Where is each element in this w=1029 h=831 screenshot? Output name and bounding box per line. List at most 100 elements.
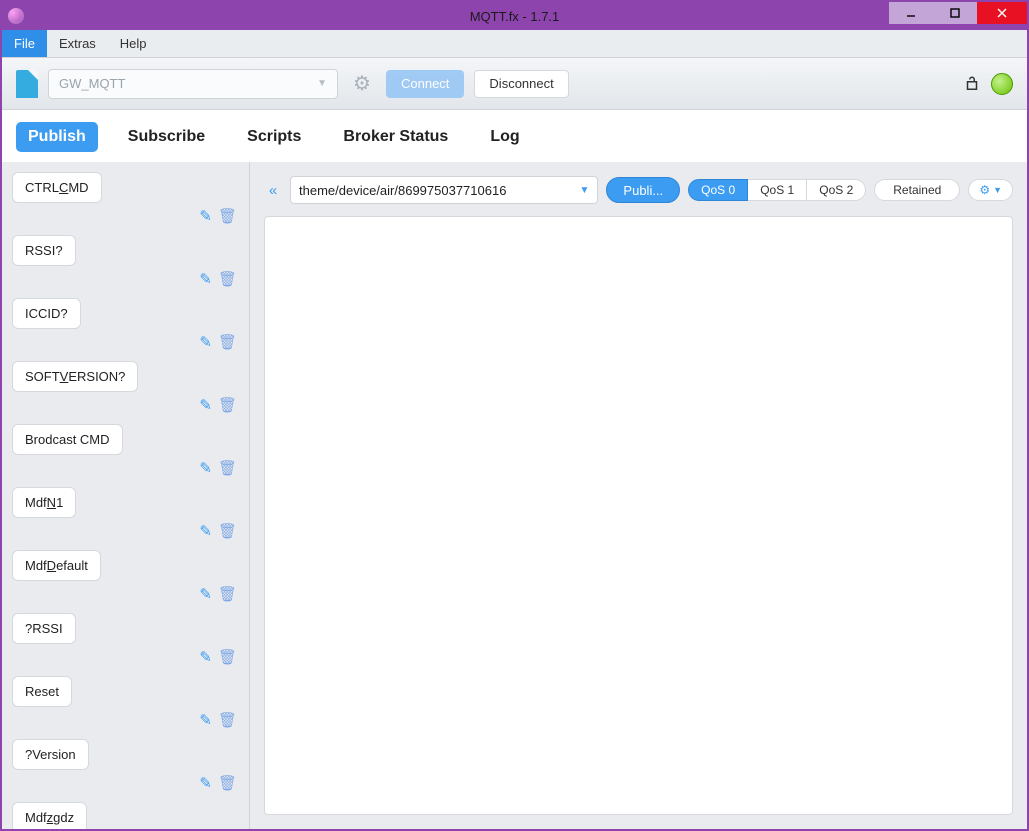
command-label-post: efault	[56, 558, 88, 573]
command-button[interactable]: Mdfzgdz	[12, 802, 87, 829]
disconnect-button[interactable]: Disconnect	[474, 70, 568, 98]
command-item: ?RSSI✎🗑	[12, 613, 239, 666]
close-icon	[996, 7, 1008, 19]
tab-scripts[interactable]: Scripts	[235, 122, 313, 152]
close-button[interactable]	[977, 2, 1027, 24]
tab-publish[interactable]: Publish	[16, 122, 98, 152]
window-title: MQTT.fx - 1.7.1	[2, 9, 1027, 24]
disconnect-label: Disconnect	[489, 76, 553, 91]
command-label-pre: Brodcast CMD	[25, 432, 110, 447]
main-area: CTRLCMD✎🗑RSSI?✎🗑ICCID?✎🗑SOFTVERSION?✎🗑Br…	[2, 162, 1027, 829]
publish-settings-button[interactable]: ⚙▼	[968, 179, 1013, 201]
topic-value: theme/device/air/869975037710616	[299, 183, 506, 198]
command-label-mnemonic: N	[47, 495, 56, 510]
command-button[interactable]: CTRLCMD	[12, 172, 102, 203]
retained-toggle[interactable]: Retained	[874, 179, 960, 201]
command-item: Reset ✎ 🗑	[12, 676, 239, 729]
command-item: ?Version ✎ 🗑	[12, 739, 239, 792]
edit-icon[interactable]: ✎	[199, 712, 212, 729]
command-label-pre: ?RSSI	[25, 621, 63, 636]
title-bar: MQTT.fx - 1.7.1	[2, 2, 1027, 30]
trash-icon[interactable]: 🗑	[218, 712, 237, 729]
command-label-post: ERSION?	[68, 369, 125, 384]
command-button[interactable]: RSSI?	[12, 235, 76, 266]
gear-icon: ⚙	[353, 71, 371, 96]
minimize-icon	[905, 7, 917, 19]
connect-label: Connect	[401, 76, 449, 91]
command-label-pre: Mdf	[25, 558, 47, 573]
connection-toolbar: GW_MQTT ▼ ⚙ Connect Disconnect	[2, 58, 1027, 110]
command-button[interactable]: Brodcast CMD	[12, 424, 123, 455]
tab-log[interactable]: Log	[478, 122, 531, 152]
command-button[interactable]: ?Version	[12, 739, 89, 770]
command-actions: ✎🗑	[12, 522, 239, 540]
trash-icon[interactable]: 🗑	[218, 208, 237, 225]
edit-icon[interactable]: ✎	[199, 649, 212, 666]
profile-select[interactable]: GW_MQTT ▼	[48, 69, 338, 99]
edit-icon[interactable]: ✎	[199, 775, 212, 792]
trash-icon[interactable]: 🗑	[218, 523, 237, 540]
menu-help[interactable]: Help	[108, 30, 159, 57]
topic-combobox[interactable]: theme/device/air/869975037710616 ▼	[290, 176, 598, 204]
trash-icon[interactable]: 🗑	[218, 460, 237, 477]
menu-file[interactable]: File	[2, 30, 47, 57]
edit-icon[interactable]: ✎	[199, 271, 212, 288]
trash-icon[interactable]: 🗑	[218, 334, 237, 351]
command-item: RSSI? ✎ 🗑	[12, 235, 239, 288]
command-label-pre: Mdf	[25, 810, 47, 825]
edit-icon[interactable]: ✎	[199, 397, 212, 414]
command-actions: ✎🗑	[12, 585, 239, 603]
trash-icon[interactable]: 🗑	[218, 397, 237, 414]
command-item: MdfN1✎🗑	[12, 487, 239, 540]
maximize-icon	[949, 7, 961, 19]
saved-commands-pane: CTRLCMD✎🗑RSSI?✎🗑ICCID?✎🗑SOFTVERSION?✎🗑Br…	[2, 162, 250, 829]
command-actions: ✎🗑	[12, 207, 239, 225]
chevron-left-icon: «	[269, 182, 277, 199]
command-button[interactable]: ?RSSI	[12, 613, 76, 644]
publish-pane: « theme/device/air/869975037710616 ▼ Pub…	[250, 162, 1027, 829]
edit-icon[interactable]: ✎	[199, 208, 212, 225]
command-item: CTRLCMD✎🗑	[12, 172, 239, 225]
trash-icon[interactable]: 🗑	[218, 649, 237, 666]
trash-icon[interactable]: 🗑	[218, 586, 237, 603]
command-label-pre: ICCID?	[25, 306, 68, 321]
menu-extras[interactable]: Extras	[47, 30, 108, 57]
profile-settings-button[interactable]: ⚙	[348, 70, 376, 98]
chevron-down-icon: ▼	[574, 185, 590, 196]
maximize-button[interactable]	[933, 2, 977, 24]
gear-icon: ⚙	[979, 183, 990, 197]
command-label-post: MD	[68, 180, 88, 195]
qos-2-button[interactable]: QoS 2	[807, 179, 866, 201]
chevron-down-icon: ▼	[317, 78, 327, 89]
payload-textarea[interactable]	[264, 216, 1013, 815]
command-label-mnemonic: D	[47, 558, 56, 573]
command-label-pre: CTRL	[25, 180, 59, 195]
command-actions: ✎🗑	[12, 648, 239, 666]
edit-icon[interactable]: ✎	[199, 334, 212, 351]
tab-subscribe[interactable]: Subscribe	[116, 122, 217, 152]
publish-label: Publi...	[623, 183, 663, 198]
command-label-pre: RSSI?	[25, 243, 63, 258]
collapse-sidebar-button[interactable]: «	[264, 182, 282, 199]
command-button[interactable]: SOFTVERSION?	[12, 361, 138, 392]
connect-button[interactable]: Connect	[386, 70, 464, 98]
command-button[interactable]: Reset	[12, 676, 72, 707]
command-actions: ✎🗑	[12, 459, 239, 477]
publish-button[interactable]: Publi...	[606, 177, 680, 203]
trash-icon[interactable]: 🗑	[218, 775, 237, 792]
command-button[interactable]: ICCID?	[12, 298, 81, 329]
command-button[interactable]: MdfDefault	[12, 550, 101, 581]
minimize-button[interactable]	[889, 2, 933, 24]
qos-0-button[interactable]: QoS 0	[688, 179, 748, 201]
command-item: ICCID? ✎ 🗑	[12, 298, 239, 351]
edit-icon[interactable]: ✎	[199, 460, 212, 477]
connection-status-indicator	[991, 73, 1013, 95]
command-label-mnemonic: C	[59, 180, 68, 195]
edit-icon[interactable]: ✎	[199, 586, 212, 603]
command-button[interactable]: MdfN1	[12, 487, 76, 518]
tab-broker-status[interactable]: Broker Status	[331, 122, 460, 152]
qos-1-button[interactable]: QoS 1	[748, 179, 807, 201]
trash-icon[interactable]: 🗑	[218, 271, 237, 288]
command-item: SOFTVERSION? ✎ 🗑	[12, 361, 239, 414]
edit-icon[interactable]: ✎	[199, 523, 212, 540]
